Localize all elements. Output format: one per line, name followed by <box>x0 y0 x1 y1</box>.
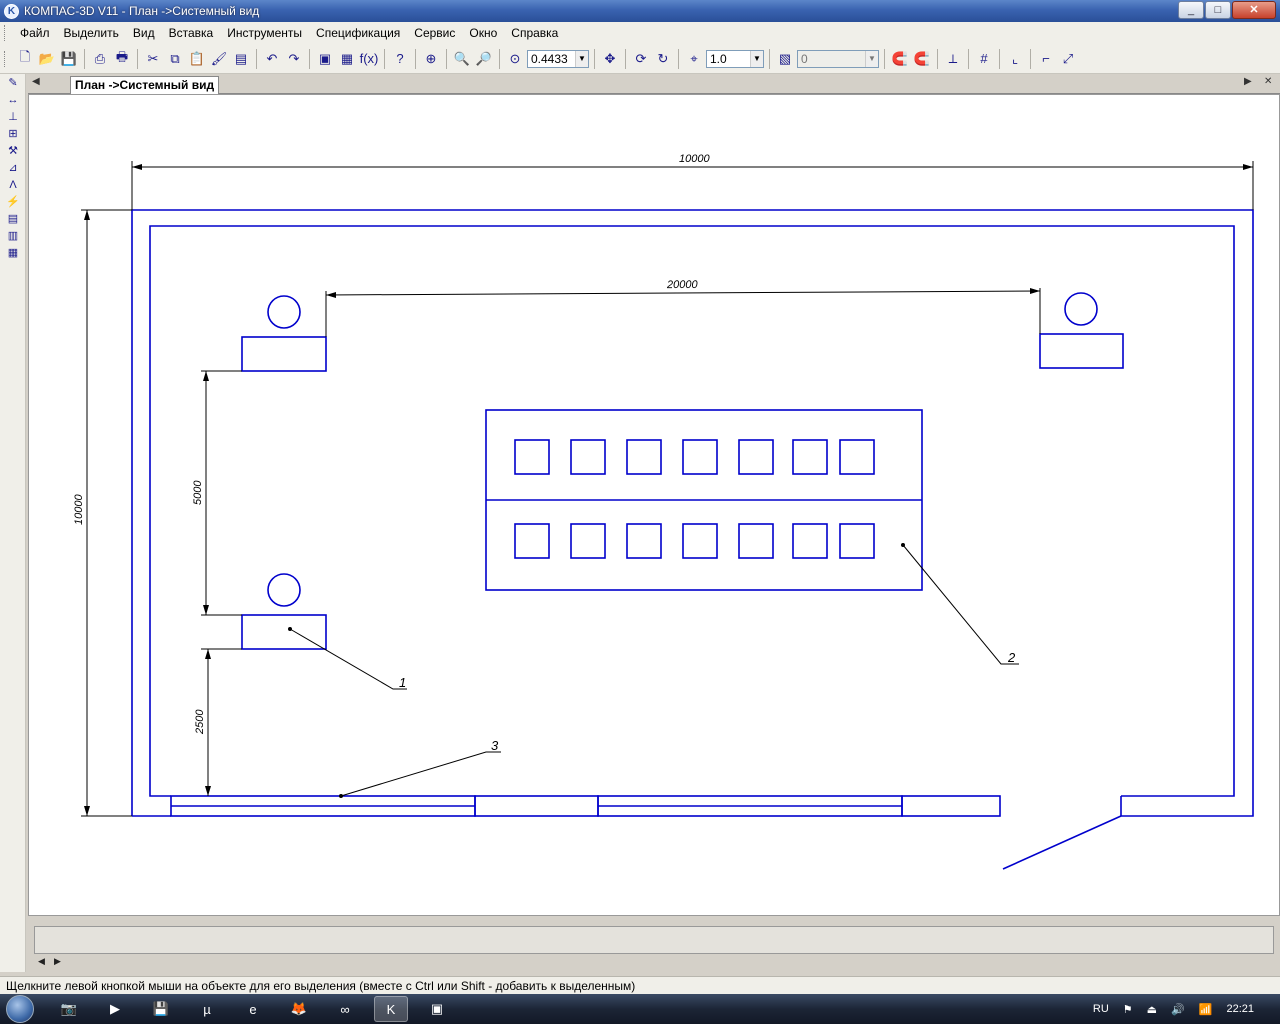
visual-studio-icon[interactable]: ∞ <box>328 996 362 1022</box>
seat <box>792 523 828 559</box>
seat <box>570 523 606 559</box>
dim-arrow <box>1030 288 1040 294</box>
dim-text-overall-width: 10000 <box>679 153 710 165</box>
language-indicator[interactable]: RU <box>1093 1003 1109 1015</box>
dim-arrow <box>205 786 211 796</box>
seat <box>839 439 875 475</box>
leader-dot <box>901 543 905 547</box>
system-tray: RU ⚑ ⏏ 🔊 📶 22:21 <box>1093 994 1280 1024</box>
plan-drawing: 10000 10000 20000 5000 2500 1 2 3 <box>73 153 1254 870</box>
seat <box>626 439 662 475</box>
torrent-app-icon[interactable]: µ <box>190 996 224 1022</box>
outer-wall <box>131 209 1254 817</box>
leader-line-2 <box>902 544 1019 665</box>
seat <box>682 523 718 559</box>
volume-icon[interactable]: 🔊 <box>1171 1003 1185 1016</box>
status-hint: Щелкните левой кнопкой мыши на объекте д… <box>6 979 636 993</box>
browser-ie-icon[interactable]: e <box>236 996 270 1022</box>
camera-app-icon[interactable]: 📷 <box>52 996 86 1022</box>
network-icon[interactable]: 📶 <box>1199 1003 1213 1016</box>
leader-line-3 <box>340 751 501 797</box>
firefox-icon[interactable]: 🦊 <box>282 996 316 1022</box>
dim-text-to-wall: 2500 <box>194 709 206 735</box>
panel-scroll-left-icon[interactable]: ◀ <box>38 956 45 967</box>
presentation-app-icon[interactable]: ▣ <box>420 996 454 1022</box>
chair-top-right <box>1064 292 1098 326</box>
dim-arrow <box>84 806 90 816</box>
wall-pier-right <box>901 795 1001 817</box>
status-bar: Щелкните левой кнопкой мыши на объекте д… <box>0 976 1280 995</box>
leader-line-1 <box>289 628 407 690</box>
chair-top-left <box>267 295 301 329</box>
start-button[interactable] <box>0 994 40 1024</box>
leader-dot <box>288 627 292 631</box>
dim-text-vertical-gap: 5000 <box>192 480 204 505</box>
kompas-task-icon[interactable]: K <box>374 996 408 1022</box>
taskbar: 📷 ▶ 💾 µ e 🦊 ∞ K ▣ RU ⚑ ⏏ 🔊 📶 22:21 <box>0 994 1280 1024</box>
panel-scroll-right-icon[interactable]: ▶ <box>54 956 61 967</box>
dim-arrow <box>205 649 211 659</box>
media-player-icon[interactable]: ▶ <box>98 996 132 1022</box>
door-leaf <box>1002 815 1122 870</box>
dim-arrow <box>84 210 90 220</box>
floppy-app-icon[interactable]: 💾 <box>144 996 178 1022</box>
property-panel-field[interactable] <box>34 926 1274 954</box>
leader-text-3: 3 <box>491 738 499 753</box>
dim-text-between-tables: 20000 <box>666 279 699 291</box>
windows-orb-icon <box>6 995 34 1023</box>
seat <box>626 523 662 559</box>
wall-pier <box>474 795 599 817</box>
dim-arrow <box>326 292 336 298</box>
chair-bottom-left <box>267 573 301 607</box>
dim-arrow <box>132 164 142 170</box>
seat <box>792 439 828 475</box>
dim-arrow <box>1243 164 1253 170</box>
drawing-canvas[interactable]: 10000 10000 20000 5000 2500 1 2 3 <box>28 94 1280 916</box>
seat <box>738 439 774 475</box>
seats-top-row <box>514 439 875 475</box>
clock[interactable]: 22:21 <box>1226 1003 1254 1015</box>
dim-arrow <box>203 371 209 381</box>
seat <box>514 523 550 559</box>
dim-text-overall-height: 10000 <box>73 494 85 525</box>
leader-text-2: 2 <box>1007 650 1016 665</box>
seat <box>839 523 875 559</box>
leader-text-1: 1 <box>399 675 406 690</box>
seat <box>570 439 606 475</box>
property-panel: ◀ ▶ <box>28 918 1280 972</box>
safely-remove-icon[interactable]: ⏏ <box>1147 1003 1157 1016</box>
desk-bottom-left <box>241 614 327 650</box>
seat <box>682 439 718 475</box>
dim-arrow <box>203 605 209 615</box>
network-flag-icon[interactable]: ⚑ <box>1123 1003 1133 1016</box>
seat <box>738 523 774 559</box>
leader-dot <box>339 794 343 798</box>
inner-wall <box>149 225 1235 797</box>
desk-top-left <box>241 336 327 372</box>
seats-bottom-row <box>514 523 875 559</box>
desk-top-right <box>1039 333 1124 369</box>
seat <box>514 439 550 475</box>
dim-tables-line <box>325 290 1041 296</box>
